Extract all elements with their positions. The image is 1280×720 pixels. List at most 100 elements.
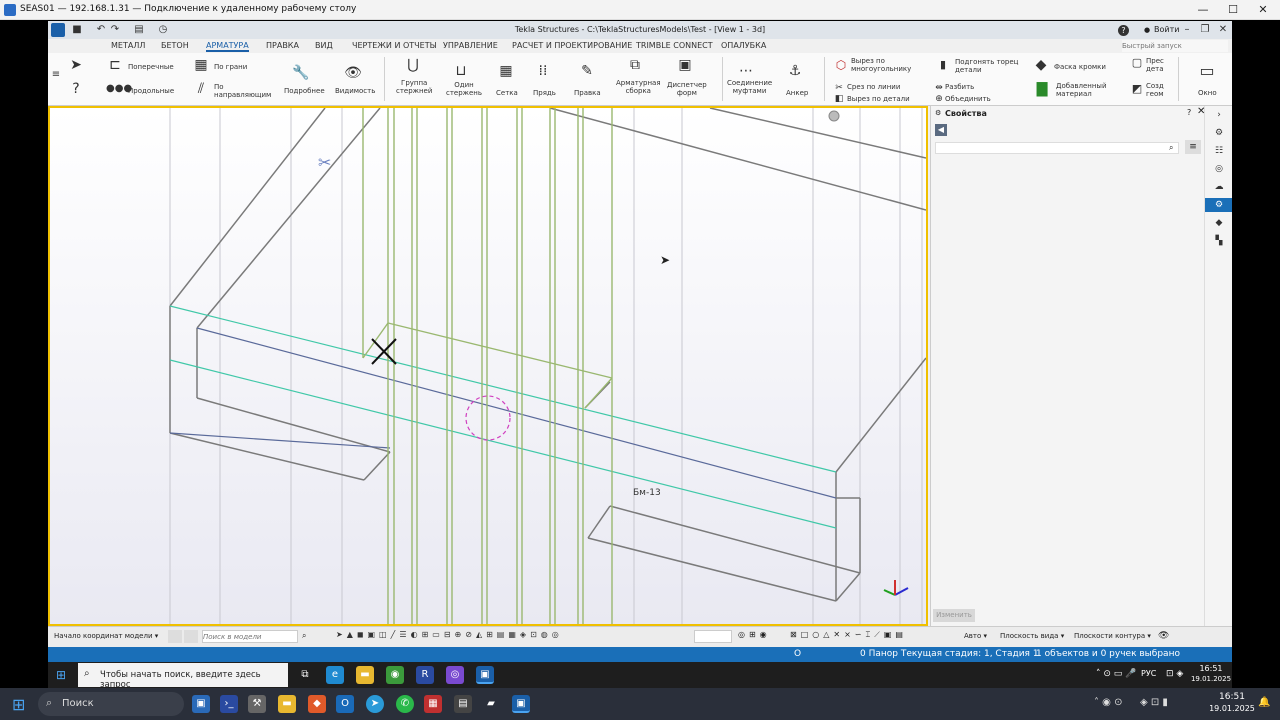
obedinit-button[interactable]: Объединить — [945, 95, 991, 103]
setka-button[interactable]: Сетка — [496, 89, 518, 97]
tab-opalubka[interactable]: ОПАЛУБКА — [721, 41, 766, 50]
present-part-icon[interactable]: ▢ — [1130, 55, 1144, 71]
tab-pravka[interactable]: ПРАВКА — [266, 41, 299, 50]
origin-btn-2[interactable] — [184, 630, 198, 643]
pravka-rebar-button[interactable]: Правка — [574, 89, 601, 97]
window-icon[interactable]: ▭ — [1196, 63, 1218, 79]
pryad-button[interactable]: Прядь — [533, 89, 556, 97]
okno-button[interactable]: Окно — [1198, 89, 1217, 97]
search-icon[interactable]: ⌕ — [302, 631, 306, 641]
razbit-button[interactable]: Разбить — [945, 83, 974, 91]
part-label-bm13[interactable]: Бм-13 — [633, 488, 661, 498]
folder-icon[interactable]: ▰ — [482, 695, 500, 713]
ribbon-menu-icon[interactable]: ≡ — [51, 67, 61, 83]
rebar-assembly-icon[interactable]: ⧉ — [626, 57, 644, 73]
tab-upravlenie[interactable]: УПРАВЛЕНИЕ — [443, 41, 498, 50]
contour-plane-dropdown[interactable]: Плоскости контура ▾ — [1074, 632, 1151, 640]
edit-rebar-icon[interactable]: ✎ — [578, 63, 596, 79]
visibility-toolbar[interactable]: ◎⊞◉ — [738, 630, 778, 643]
tab-vid[interactable]: ВИД — [315, 41, 333, 50]
expand-icon[interactable]: › — [1212, 108, 1226, 122]
fit-end-icon[interactable]: ▮ — [938, 57, 948, 73]
rdp-close-button[interactable]: ✕ — [1248, 0, 1278, 20]
transverse-rebar-icon[interactable]: ⊏ — [106, 57, 124, 73]
props-search-input[interactable] — [935, 142, 1179, 154]
gruppa-sterzhney-button[interactable]: Группа стержней — [396, 79, 432, 95]
longitudinal-rebar-icon[interactable]: ●●● — [106, 81, 132, 97]
whatsapp-icon[interactable]: ✆ — [396, 695, 414, 713]
query-icon[interactable]: ? — [68, 81, 84, 97]
bookmark-icon[interactable]: ▤ — [454, 695, 472, 713]
tools-icon[interactable]: ⚙ — [1212, 126, 1226, 140]
part-cut-icon[interactable]: ◧ — [834, 91, 844, 107]
podrobnee-button[interactable]: Подробнее — [284, 87, 325, 95]
tab-drawings[interactable]: ЧЕРТЕЖИ И ОТЧЕТЫ — [352, 41, 437, 50]
eye-icon[interactable]: 👁 — [1158, 631, 1169, 641]
by-guides-icon[interactable]: ⫽ — [192, 81, 210, 97]
telegram-icon[interactable]: ➤ — [366, 695, 384, 713]
tab-beton[interactable]: БЕТОН — [161, 41, 189, 50]
anker-button[interactable]: Анкер — [786, 89, 808, 97]
local-tray-icons[interactable]: ˄ ◉ ⊙ — [1094, 697, 1122, 708]
vyrez-po-detali-button[interactable]: Вырез по детали — [847, 95, 910, 103]
arm-sborka-button[interactable]: Арматурная сборка — [616, 79, 661, 95]
notification-icon[interactable]: 🔔 — [1258, 697, 1270, 708]
snap-toolbar[interactable]: ➤▲◼▣◫╱☰◐⊞▭⊟⊕⊘◭⊞▤▦◈⊡◍◎ — [336, 630, 696, 643]
tab-raschet[interactable]: РАСЧЕТ И ПРОЕКТИРОВАНИЕ — [512, 41, 632, 50]
single-rebar-icon[interactable]: ⊔ — [452, 63, 470, 79]
outlook-icon[interactable]: O — [336, 695, 354, 713]
mesh-icon[interactable]: ▦ — [497, 63, 515, 79]
prodolnye-button[interactable]: Продольные — [128, 87, 174, 95]
edge-icon[interactable]: e — [326, 666, 344, 684]
wrench-icon[interactable]: 🔧 — [292, 65, 310, 81]
tool-icon[interactable]: ⚒ — [248, 695, 266, 713]
by-face-icon[interactable]: ▦ — [192, 57, 210, 73]
windows-start-icon[interactable]: ⊞ — [12, 695, 25, 714]
revit-icon[interactable]: R — [416, 666, 434, 684]
powershell-icon[interactable]: ›_ — [220, 695, 238, 713]
origin-dropdown[interactable]: Начало координат модели ▾ — [54, 632, 158, 640]
language-indicator[interactable]: РУС — [1141, 669, 1156, 678]
podgonat-torec-button[interactable]: Подгонять торец детали — [955, 58, 1018, 74]
task-view-icon[interactable]: ⧉ — [296, 666, 314, 684]
login-button[interactable]: Войти — [1154, 25, 1179, 34]
edge-chamfer-icon[interactable]: ◆ — [1032, 57, 1050, 73]
tab-metall[interactable]: МЕТАЛЛ — [111, 41, 145, 50]
globe-icon[interactable]: ◎ — [1212, 162, 1226, 176]
create-geometry-icon[interactable]: ◩ — [1130, 81, 1144, 97]
srez-po-linii-button[interactable]: Срез по линии — [847, 83, 900, 91]
sozd-geom-button[interactable]: Созд геом — [1146, 82, 1164, 98]
object-icon[interactable]: ◆ — [1212, 216, 1226, 230]
soedinenie-muftami-button[interactable]: Соединение муфтами — [727, 79, 772, 95]
calc-icon[interactable]: ▦ — [424, 695, 442, 713]
tekla-taskbar-icon[interactable]: ▣ — [476, 666, 494, 684]
props-menu-icon[interactable]: ≡ — [1185, 140, 1201, 154]
po-napravl-button[interactable]: По направляющим — [214, 83, 271, 99]
tekla-restore-button[interactable]: ❐ — [1198, 23, 1212, 37]
model-viewport[interactable]: ✂ Бм-13 ➤ — [48, 106, 928, 626]
props-help-icon[interactable]: ? — [1187, 108, 1191, 117]
dispetcher-form-button[interactable]: Диспетчер форм — [667, 81, 707, 97]
vyrez-mnog-button[interactable]: Вырез по многоугольнику — [851, 57, 911, 73]
remote-search-box[interactable]: ⌕ Чтобы начать поиск, введите здесь запр… — [78, 663, 288, 690]
tray-icons[interactable]: ˄ ⊙ ▭ 🎤 — [1096, 669, 1136, 679]
rdp-maximize-button[interactable]: ☐ — [1218, 0, 1248, 20]
poperechnye-button[interactable]: Поперечные — [128, 63, 174, 71]
app-icon[interactable]: ◎ — [446, 666, 464, 684]
rdp-minimize-button[interactable]: — — [1188, 0, 1218, 20]
local-status-icons[interactable]: ◈ ⊡ ▮ — [1140, 697, 1168, 708]
visibility-icon[interactable]: 👁 — [344, 65, 362, 81]
tekla-close-button[interactable]: ✕ — [1216, 23, 1230, 37]
apply-button[interactable]: Изменить — [933, 609, 975, 622]
po-grani-button[interactable]: По грани — [214, 63, 247, 71]
polygon-cut-icon[interactable]: ⬡ — [834, 57, 848, 73]
properties-tab-icon[interactable]: ⚙ — [1205, 198, 1232, 212]
screen-icon[interactable]: ▣ — [192, 695, 210, 713]
vidimost-button[interactable]: Видимость — [335, 87, 375, 95]
help-button[interactable]: ? — [1118, 25, 1129, 36]
local-search-box[interactable]: ⌕ Поиск — [38, 692, 184, 716]
rebar-group-icon[interactable]: ⋃ — [404, 57, 422, 73]
tekla-minimize-button[interactable]: – — [1180, 23, 1194, 37]
odin-sterzhen-button[interactable]: Один стержень — [446, 81, 482, 97]
search-icon[interactable]: ⌕ — [1169, 143, 1173, 153]
